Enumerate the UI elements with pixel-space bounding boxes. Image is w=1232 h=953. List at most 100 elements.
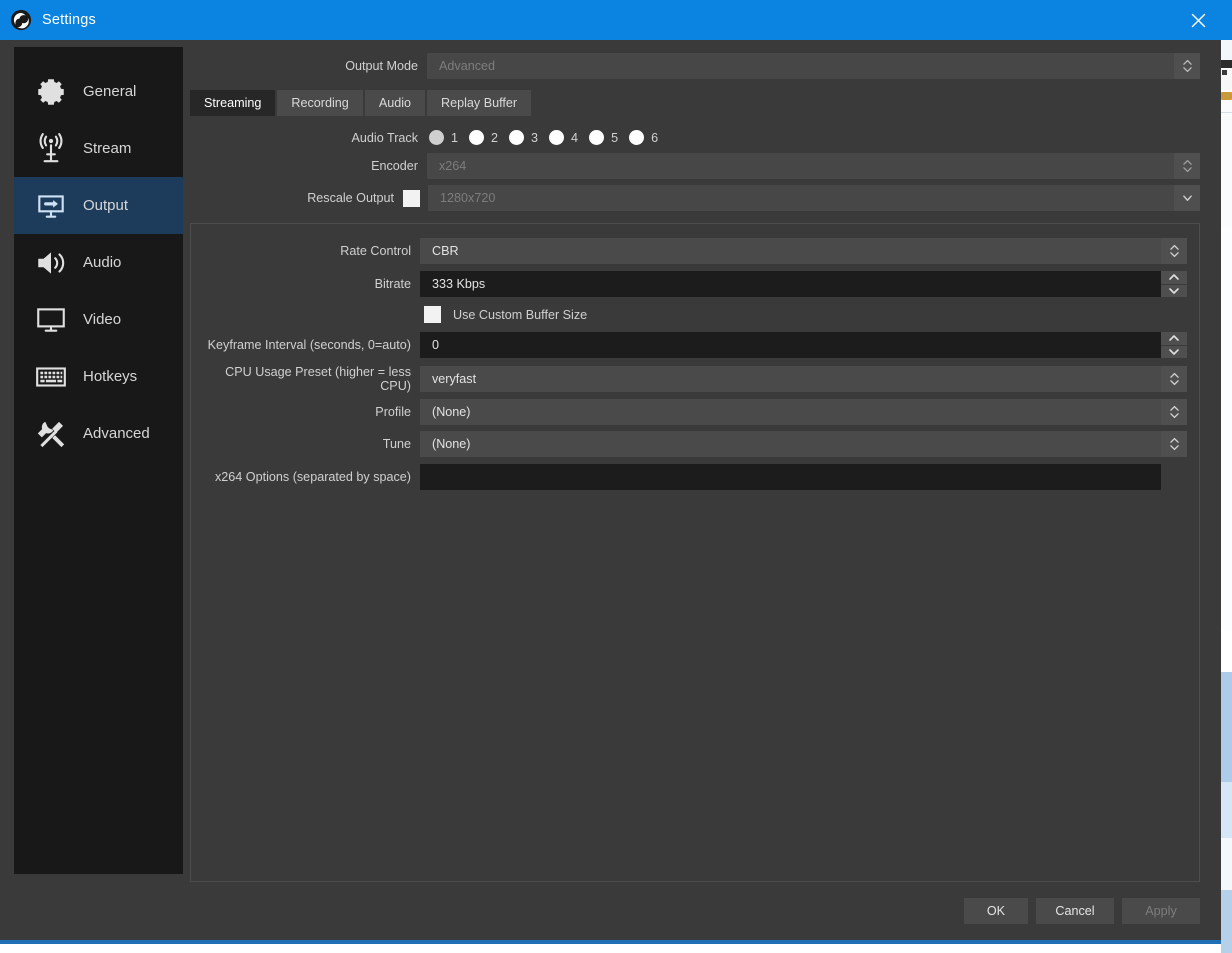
dialog-body: General Stream Output Audio Video Hotkey… bbox=[0, 40, 1221, 882]
chevron-up-icon[interactable] bbox=[1161, 332, 1187, 346]
keyboard-icon bbox=[32, 358, 70, 396]
output-mode-combo[interactable]: Advanced bbox=[427, 53, 1174, 79]
use-custom-buffer-size-checkbox[interactable] bbox=[424, 306, 441, 323]
chevron-updown-icon[interactable] bbox=[1161, 366, 1187, 392]
background-strip bbox=[1221, 60, 1232, 68]
background-strip bbox=[1221, 630, 1232, 672]
cancel-button[interactable]: Cancel bbox=[1036, 898, 1114, 924]
audio-track-radio-6[interactable] bbox=[629, 130, 645, 145]
sidebar-item-advanced[interactable]: Advanced bbox=[14, 405, 183, 462]
background-dot bbox=[1222, 70, 1227, 75]
chevron-updown-icon[interactable] bbox=[1161, 238, 1187, 264]
broadcast-icon bbox=[32, 130, 70, 168]
profile-combo[interactable]: (None) bbox=[420, 399, 1161, 425]
encoder-settings-group: Rate Control CBR Bitrate 333 Kbps Use Cu… bbox=[190, 223, 1200, 882]
dialog-titlebar: Settings bbox=[0, 0, 1221, 40]
background-divider bbox=[1221, 112, 1232, 113]
rescale-output-row: Rescale Output 1280x720 bbox=[190, 185, 1200, 211]
encoder-row: Encoder x264 bbox=[190, 153, 1200, 179]
rate-control-combo[interactable]: CBR bbox=[420, 238, 1161, 264]
output-mode-row: Output Mode Advanced bbox=[190, 53, 1200, 79]
chevron-up-icon[interactable] bbox=[1161, 271, 1187, 285]
audio-track-radio-label: 2 bbox=[491, 130, 499, 145]
chevron-down-icon[interactable] bbox=[1174, 185, 1200, 211]
sidebar-item-video[interactable]: Video bbox=[14, 291, 183, 348]
audio-track-radio-3[interactable] bbox=[509, 130, 525, 145]
sidebar-item-output[interactable]: Output bbox=[14, 177, 183, 234]
monitor-icon bbox=[32, 301, 70, 339]
apply-button: Apply bbox=[1122, 898, 1200, 924]
sidebar-item-label: Stream bbox=[83, 140, 132, 157]
cpu-usage-preset-combo[interactable]: veryfast bbox=[420, 366, 1161, 392]
tools-icon bbox=[32, 415, 70, 453]
audio-track-row: Audio Track 1 2 3 4 5 6 bbox=[190, 130, 1200, 145]
use-custom-buffer-size-row: Use Custom Buffer Size bbox=[203, 306, 1187, 323]
tune-row: Tune (None) bbox=[203, 431, 1187, 457]
rescale-output-checkbox[interactable] bbox=[403, 189, 420, 207]
bitrate-input[interactable]: 333 Kbps bbox=[420, 271, 1161, 297]
sidebar-item-audio[interactable]: Audio bbox=[14, 234, 183, 291]
obs-logo-icon bbox=[10, 9, 32, 31]
settings-content: Output Mode Advanced Streaming Recording… bbox=[183, 40, 1221, 882]
audio-track-radio-1[interactable] bbox=[429, 130, 444, 145]
tune-combo[interactable]: (None) bbox=[420, 431, 1161, 457]
x264-options-label: x264 Options (separated by space) bbox=[214, 470, 411, 484]
close-icon[interactable] bbox=[1175, 0, 1221, 40]
background-strip bbox=[1221, 100, 1232, 228]
audio-track-radio-label: 1 bbox=[451, 130, 459, 145]
sidebar-item-hotkeys[interactable]: Hotkeys bbox=[14, 348, 183, 405]
x264-options-input[interactable] bbox=[420, 464, 1161, 490]
rescale-output-combo[interactable]: 1280x720 bbox=[428, 185, 1174, 211]
sidebar-item-label: General bbox=[83, 83, 137, 100]
bitrate-row: Bitrate 333 Kbps bbox=[203, 271, 1187, 297]
chevron-updown-icon[interactable] bbox=[1161, 431, 1187, 457]
tab-audio[interactable]: Audio bbox=[364, 90, 426, 116]
keyframe-interval-input[interactable]: 0 bbox=[420, 332, 1161, 358]
sidebar-item-general[interactable]: General bbox=[14, 63, 183, 120]
bitrate-label: Bitrate bbox=[374, 277, 411, 291]
sidebar-item-stream[interactable]: Stream bbox=[14, 120, 183, 177]
encoder-combo[interactable]: x264 bbox=[427, 153, 1174, 179]
chevron-down-icon[interactable] bbox=[1161, 345, 1187, 358]
window-title: Settings bbox=[42, 12, 96, 28]
tab-streaming[interactable]: Streaming bbox=[190, 90, 276, 116]
speaker-icon bbox=[32, 244, 70, 282]
tab-recording[interactable]: Recording bbox=[277, 90, 363, 116]
x264-options-row: x264 Options (separated by space) bbox=[203, 464, 1187, 490]
background-strip bbox=[1221, 782, 1232, 838]
output-icon bbox=[32, 187, 70, 225]
profile-label: Profile bbox=[375, 405, 411, 419]
cpu-usage-preset-row: CPU Usage Preset (higher = less CPU) ver… bbox=[203, 365, 1187, 393]
sidebar-item-label: Advanced bbox=[83, 425, 150, 442]
background-pencil-icon bbox=[1221, 92, 1232, 100]
chevron-updown-icon[interactable] bbox=[1174, 153, 1200, 179]
background-strip bbox=[1221, 40, 1232, 60]
tab-replay-buffer[interactable]: Replay Buffer bbox=[427, 90, 532, 116]
gear-icon bbox=[32, 73, 70, 111]
dialog-footer: OK Cancel Apply bbox=[0, 882, 1221, 940]
audio-track-radio-label: 3 bbox=[531, 130, 539, 145]
chevron-down-icon[interactable] bbox=[1161, 284, 1187, 297]
keyframe-interval-stepper[interactable] bbox=[1161, 332, 1187, 358]
sidebar-item-label: Video bbox=[83, 311, 122, 328]
chevron-updown-icon[interactable] bbox=[1174, 53, 1200, 79]
settings-dialog: Settings General Stream Output Audio Vid… bbox=[0, 0, 1221, 944]
audio-track-radio-2[interactable] bbox=[469, 130, 485, 145]
output-mode-label: Output Mode bbox=[345, 59, 418, 73]
sidebar-item-label: Hotkeys bbox=[83, 368, 138, 385]
sidebar-item-label: Audio bbox=[83, 254, 122, 271]
output-tabs: Streaming Recording Audio Replay Buffer bbox=[190, 90, 1200, 116]
chevron-updown-icon[interactable] bbox=[1161, 399, 1187, 425]
bitrate-stepper[interactable] bbox=[1161, 271, 1187, 297]
use-custom-buffer-size-label: Use Custom Buffer Size bbox=[453, 307, 588, 322]
rate-control-row: Rate Control CBR bbox=[203, 238, 1187, 264]
audio-track-radio-5[interactable] bbox=[589, 130, 605, 145]
keyframe-interval-row: Keyframe Interval (seconds, 0=auto) 0 bbox=[203, 332, 1187, 358]
ok-button[interactable]: OK bbox=[964, 898, 1028, 924]
audio-track-radio-label: 4 bbox=[571, 130, 579, 145]
rescale-output-label: Rescale Output bbox=[307, 191, 394, 205]
background-strip bbox=[1221, 228, 1232, 630]
encoder-label: Encoder bbox=[371, 159, 418, 173]
background-strip bbox=[1221, 838, 1232, 890]
audio-track-radio-4[interactable] bbox=[549, 130, 565, 145]
